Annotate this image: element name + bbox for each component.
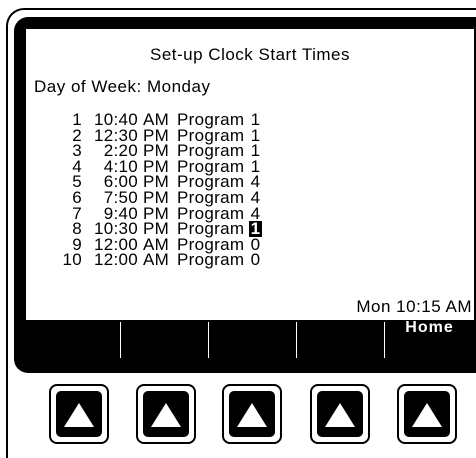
button-face [404,391,450,437]
clock-readout: Mon 10:15 AM [356,297,472,316]
softkey-button-3[interactable] [222,384,282,444]
softkey-bar: Home [26,320,474,358]
display-screen: Set-up Clock Start Times Day of Week: Mo… [26,29,474,320]
softkey-4[interactable] [297,320,384,358]
up-arrow-icon [325,403,355,427]
up-arrow-icon [237,403,267,427]
program-label: Program [177,250,245,270]
schedule-list: 1 10:40 AM Program 1 2 12:30 PM Program 1 3 2:20 P… [60,111,262,270]
button-face [317,391,363,437]
up-arrow-icon [64,403,94,427]
up-arrow-icon [151,403,181,427]
softkey-1[interactable] [26,320,120,358]
softkey-button-4[interactable] [310,384,370,444]
softkey-button-2[interactable] [136,384,196,444]
day-of-week-row: Day of Week: Monday [34,77,210,97]
softkey-button-1[interactable] [49,384,109,444]
button-face [143,391,189,437]
softkey-2[interactable] [121,320,208,358]
button-face [56,391,102,437]
button-face [229,391,275,437]
softkey-3[interactable] [209,320,296,358]
program-value[interactable]: 0 [249,252,262,269]
day-of-week-value: Monday [146,77,211,96]
start-time: 12:00 [93,250,138,270]
up-arrow-icon [412,403,442,427]
softkey-button-home[interactable] [397,384,457,444]
day-of-week-label: Day of Week: [34,77,142,96]
schedule-row: 10 12:00 AM Program 0 [60,250,262,270]
am-pm: AM [143,250,170,270]
softkey-home[interactable]: Home [385,320,474,358]
screen-title: Set-up Clock Start Times [149,45,350,64]
row-number: 10 [62,250,82,270]
